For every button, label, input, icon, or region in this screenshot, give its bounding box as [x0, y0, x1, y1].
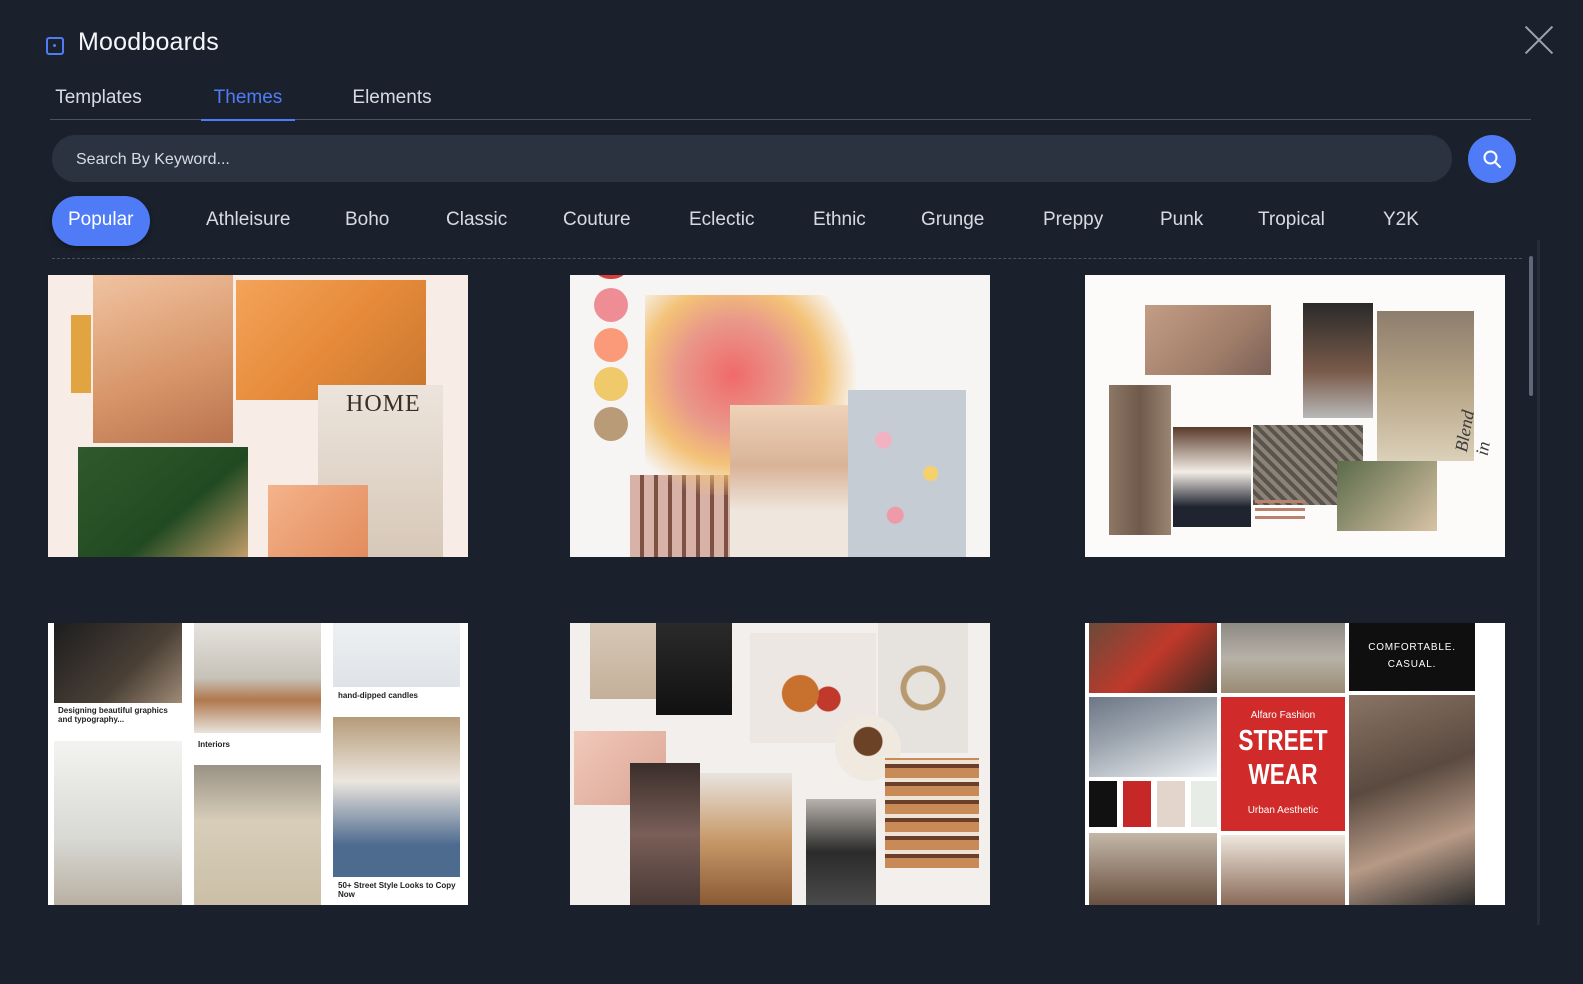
wood-texture-image	[1109, 385, 1171, 535]
building-image	[1089, 697, 1217, 777]
scrollbar-thumb[interactable]	[1529, 256, 1533, 396]
moodboard-card-beige[interactable]: Blend in	[1085, 275, 1505, 557]
category-boho[interactable]: Boho	[345, 196, 389, 246]
category-preppy[interactable]: Preppy	[1043, 196, 1103, 246]
search-input[interactable]	[52, 135, 1378, 184]
color-swatch-red	[1123, 781, 1151, 827]
tab-themes[interactable]: Themes	[201, 80, 295, 121]
dark-interior-image	[54, 623, 182, 703]
street-wear-panel: Alfaro Fashion STREET WEAR Urban Aesthet…	[1221, 697, 1345, 831]
search-button[interactable]	[1468, 135, 1516, 183]
moodboard-card-autumn[interactable]	[570, 623, 990, 905]
stripe	[1255, 516, 1305, 519]
peach-paper-image	[268, 485, 368, 557]
category-y2k[interactable]: Y2K	[1383, 196, 1419, 246]
category-couture[interactable]: Couture	[563, 196, 631, 246]
category-tropical[interactable]: Tropical	[1258, 196, 1325, 246]
portrait-image	[93, 275, 233, 443]
moodboard-card-floral[interactable]	[570, 275, 990, 557]
man-hat-image	[1089, 833, 1217, 905]
scrollbar-track[interactable]	[1537, 240, 1540, 925]
tote-bag-image	[194, 765, 321, 905]
bicycle-image	[1303, 303, 1373, 418]
search-bar	[52, 135, 1452, 184]
tab-elements[interactable]: Elements	[352, 80, 432, 119]
green-cloth-image	[78, 447, 248, 557]
color-dot	[594, 328, 628, 362]
caption-street-style: 50+ Street Style Looks to Copy Now	[338, 881, 456, 900]
staircase-image	[54, 741, 182, 905]
floral-dress-image	[630, 763, 700, 905]
stripe	[1255, 500, 1305, 503]
urban-pose-image	[1349, 695, 1475, 905]
vases-image	[236, 280, 426, 400]
kitchen-image	[194, 623, 321, 733]
caption-interiors: Interiors	[198, 740, 231, 749]
flat-lay-flowers-image	[848, 390, 966, 557]
candles-image	[333, 623, 460, 687]
modal-title: Moodboards	[78, 28, 219, 56]
patterned-sweater-image	[885, 758, 979, 868]
category-grunge[interactable]: Grunge	[921, 196, 984, 246]
black-dress-image	[656, 623, 732, 715]
red-sweater-image	[1089, 623, 1217, 693]
tab-templates[interactable]: Templates	[52, 80, 145, 119]
color-swatch-light	[1191, 781, 1217, 827]
color-swatch	[71, 315, 91, 393]
close-icon[interactable]	[1523, 24, 1555, 56]
woman-portrait-image	[1221, 835, 1345, 905]
category-eclectic[interactable]: Eclectic	[689, 196, 754, 246]
moodboard-card-interiors[interactable]: Designing beautiful graphics and typogra…	[48, 623, 468, 905]
woman-sweater-image	[1173, 427, 1251, 527]
color-swatch-beige	[1157, 781, 1185, 827]
color-dot	[596, 275, 626, 279]
comfortable-casual-text: COMFORTABLE. CASUAL.	[1368, 642, 1456, 670]
moodboard-icon	[46, 36, 64, 55]
modal-header: Moodboards	[46, 28, 219, 57]
stripe	[1255, 508, 1305, 511]
color-dot	[594, 288, 628, 322]
texture-image	[1145, 305, 1271, 375]
wear-headline: WEAR	[1248, 759, 1318, 791]
home-sign-text: HOME	[346, 391, 421, 417]
tab-bar: Templates Themes Elements	[50, 80, 1531, 121]
category-punk[interactable]: Punk	[1160, 196, 1203, 246]
street-headline: STREET	[1238, 725, 1328, 757]
category-filter-bar: Popular Athleisure Boho Classic Couture …	[52, 196, 1522, 259]
moodboard-card-warm-home[interactable]: HOME	[48, 275, 468, 557]
color-swatch-black	[1089, 781, 1117, 827]
comfortable-casual-panel: COMFORTABLE. CASUAL.	[1349, 623, 1475, 691]
color-dot	[594, 367, 628, 401]
woman-portrait-image	[730, 405, 850, 557]
category-popular[interactable]: Popular	[52, 196, 150, 246]
subtitle-text: Urban Aesthetic	[1247, 805, 1319, 816]
woman-jacket-image	[806, 799, 876, 905]
category-athleisure[interactable]: Athleisure	[206, 196, 291, 246]
moodboard-card-streetwear[interactable]: COMFORTABLE. CASUAL. Alfaro Fashion STRE…	[1085, 623, 1505, 905]
category-ethnic[interactable]: Ethnic	[813, 196, 866, 246]
boots-image	[700, 773, 792, 905]
category-classic[interactable]: Classic	[446, 196, 507, 246]
hands-image	[1337, 461, 1437, 531]
caption-graphics: Designing beautiful graphics and typogra…	[58, 706, 168, 725]
brand-text: Alfaro Fashion	[1250, 710, 1316, 721]
scarf-image	[590, 623, 658, 699]
color-dot	[594, 407, 628, 441]
search-icon	[1483, 150, 1501, 168]
caption-candles: hand-dipped candles	[338, 691, 419, 700]
city-street-image	[1221, 623, 1345, 693]
script-text: Blend in	[1451, 408, 1494, 458]
street-style-image	[333, 717, 460, 877]
